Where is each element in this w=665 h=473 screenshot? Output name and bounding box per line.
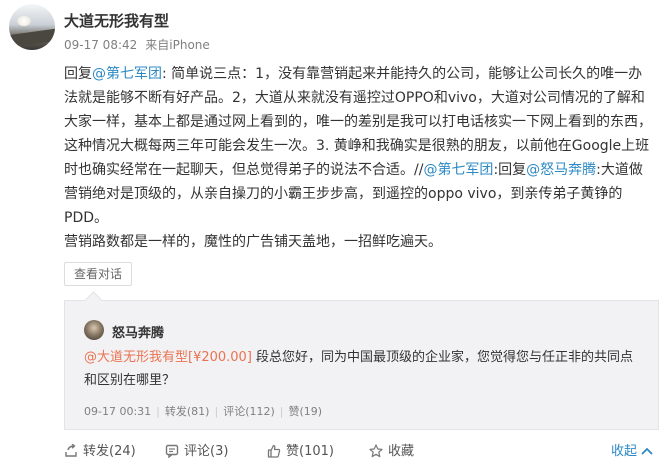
collapse-link[interactable]: 收起 — [611, 442, 653, 462]
avatar-landscape — [9, 28, 55, 48]
view-dialog-button[interactable]: 查看对话 — [64, 262, 133, 286]
post-source: 来自iPhone — [145, 38, 210, 52]
author-avatar[interactable] — [9, 4, 55, 50]
forward-icon — [65, 443, 77, 457]
post-content: 回复@第七军团: 简单说三点：1，没有靠营销起来并能持久的公司，能够让公司长久的… — [64, 62, 656, 254]
repost-author-name[interactable]: 怒马奔腾 — [112, 322, 164, 341]
repost-comment-link[interactable]: 评论(112) — [223, 403, 275, 419]
forward-button[interactable]: 转发(24) — [64, 442, 136, 462]
reply-prefix: 回复 — [64, 66, 92, 82]
comment-label: 评论(3) — [184, 444, 229, 459]
thumbs-up-icon — [267, 444, 281, 458]
author-name[interactable]: 大道无形我有型 — [64, 10, 169, 31]
mention-link[interactable]: @第七军团 — [92, 66, 162, 82]
post-text: 回复@第七军团: 简单说三点：1，没有靠营销起来并能持久的公司，能够让公司长久的… — [64, 62, 656, 230]
post-last-line: 营销路数都是一样的，魔性的广告铺天盖地，一招鲜吃遍天。 — [64, 234, 442, 250]
repost-avatar[interactable] — [84, 320, 104, 340]
collapse-label: 收起 — [610, 444, 637, 459]
repost-footer: 09-17 00:31 | 转发(81) | 评论(112) | 赞(19) — [84, 403, 323, 419]
favorite-button[interactable]: 收藏 — [369, 442, 414, 462]
favorite-label: 收藏 — [388, 444, 415, 459]
post-time[interactable]: 09-17 08:42 — [64, 38, 137, 52]
repost-forward-link[interactable]: 转发(81) — [165, 403, 210, 419]
forward-label: 转发(24) — [83, 444, 136, 459]
star-icon — [369, 444, 383, 458]
repost-like-link[interactable]: 赞(19) — [289, 403, 323, 419]
chevron-up-icon — [641, 447, 653, 455]
mention-link[interactable]: @怒马奔腾 — [526, 162, 596, 178]
comment-button[interactable]: 评论(3) — [165, 442, 228, 462]
mention-link[interactable]: @第七军团 — [423, 162, 493, 178]
like-label: 赞(101) — [286, 444, 334, 459]
post-meta: 09-17 08:42 来自iPhone — [64, 36, 210, 53]
post-text-segment: :回复 — [493, 162, 527, 178]
repost-text: @大道无形我有型[¥200.00] 段总您好，同为中国最顶级的企业家，您觉得您与… — [84, 346, 644, 392]
repost-mention-link[interactable]: @大道无形我有型[¥200.00] — [84, 350, 252, 365]
like-button[interactable]: 赞(101) — [267, 442, 334, 462]
avatar-sun — [17, 16, 31, 26]
repost-card: 怒马奔腾 @大道无形我有型[¥200.00] 段总您好，同为中国最顶级的企业家，… — [64, 291, 659, 430]
repost-time[interactable]: 09-17 00:31 — [84, 405, 151, 418]
comment-icon — [165, 444, 179, 459]
repost-caret — [84, 291, 103, 310]
